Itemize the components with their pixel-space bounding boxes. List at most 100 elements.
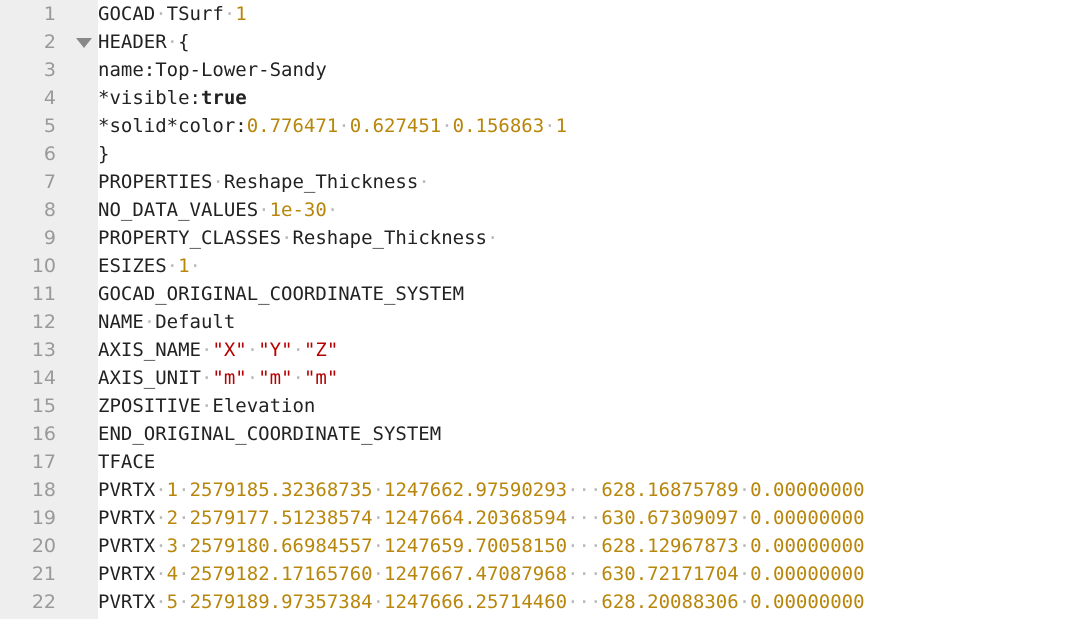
code-line[interactable]: NO_DATA_VALUES · 1e-30 ·	[98, 196, 1083, 224]
whitespace-marker: ·	[326, 199, 339, 221]
whitespace-marker: ·	[143, 311, 156, 333]
whitespace-marker: ·	[178, 591, 190, 613]
number-token: 2	[166, 507, 179, 529]
gutter-row: 18	[0, 476, 98, 504]
code-token: PVRTX	[98, 563, 156, 585]
code-token: name:Top-Lower-Sandy	[98, 59, 327, 81]
whitespace-marker: ·	[178, 563, 190, 585]
whitespace-marker: ·	[372, 535, 385, 557]
whitespace-marker: ·	[155, 479, 167, 501]
gutter-row: 21	[0, 560, 98, 588]
code-token: AXIS_NAME	[98, 339, 201, 361]
whitespace-marker: ·	[372, 591, 385, 613]
line-number: 16	[31, 423, 56, 445]
code-line[interactable]: PVRTX · 1 · 2579185.32368735 · 1247662.9759029…	[98, 476, 1083, 504]
code-line[interactable]: PROPERTIES · Reshape_Thickness ·	[98, 168, 1083, 196]
number-token: 0.776471	[246, 115, 339, 137]
gutter-row: 10	[0, 252, 98, 280]
code-line[interactable]: *visible: true	[98, 84, 1083, 112]
number-token: 630.72171704	[601, 563, 739, 585]
gutter-row: 13	[0, 336, 98, 364]
number-token: 630.67309097	[601, 507, 739, 529]
whitespace-marker: ·	[166, 31, 179, 53]
whitespace-marker: ·	[178, 479, 190, 501]
line-number: 11	[31, 283, 56, 305]
whitespace-marker: ·	[155, 591, 167, 613]
code-line[interactable]: name:Top-Lower-Sandy	[98, 56, 1083, 84]
whitespace-marker: ···	[567, 479, 602, 501]
gutter-row: 7	[0, 168, 98, 196]
whitespace-marker: ···	[567, 507, 602, 529]
code-line[interactable]: *solid*color: 0.776471 · 0.627451 · 0.156863 ·…	[98, 112, 1083, 140]
number-token: 1247659.70058150	[384, 535, 568, 557]
whitespace-marker: ·	[200, 395, 213, 417]
string-token: "X"	[212, 339, 247, 361]
whitespace-marker: ·	[372, 563, 385, 585]
line-number: 2	[43, 31, 56, 53]
gutter-row: 11	[0, 280, 98, 308]
number-token: 1e-30	[269, 199, 327, 221]
code-token: *visible:	[98, 87, 201, 109]
code-line[interactable]: GOCAD_ORIGINAL_COORDINATE_SYSTEM	[98, 280, 1083, 308]
code-line[interactable]: PVRTX · 4 · 2579182.17165760 · 1247667.4708796…	[98, 560, 1083, 588]
code-line[interactable]: GOCAD · TSurf · 1	[98, 0, 1083, 28]
code-line[interactable]: NAME · Default	[98, 308, 1083, 336]
line-number: 8	[43, 199, 56, 221]
code-line[interactable]: PVRTX · 5 · 2579189.97357384 · 1247666.2571446…	[98, 588, 1083, 616]
gutter-row: 3	[0, 56, 98, 84]
code-line[interactable]: AXIS_NAME · "X" · "Y" · "Z"	[98, 336, 1083, 364]
editor-content[interactable]: GOCAD · TSurf · 1 HEADER ·{ name:Top-Lower-Sand…	[98, 0, 1083, 619]
keyword-token: true	[200, 87, 247, 109]
code-line[interactable]: END_ORIGINAL_COORDINATE_SYSTEM	[98, 420, 1083, 448]
whitespace-marker: ·	[292, 339, 304, 361]
whitespace-marker: ·	[372, 479, 385, 501]
code-line[interactable]: PVRTX · 2 · 2579177.51238574 · 1247664.2036859…	[98, 504, 1083, 532]
code-token: HEADER	[98, 31, 167, 53]
line-number: 4	[43, 87, 56, 109]
whitespace-marker: ·	[738, 563, 751, 585]
number-token: 628.16875789	[601, 479, 739, 501]
code-line[interactable]: TFACE	[98, 448, 1083, 476]
gutter-row: 16	[0, 420, 98, 448]
whitespace-marker: ·	[246, 367, 259, 389]
number-token: 628.12967873	[601, 535, 739, 557]
code-line[interactable]: PROPERTY_CLASSES · Reshape_Thickness ·	[98, 224, 1083, 252]
code-line[interactable]: }	[98, 140, 1083, 168]
whitespace-marker: ·	[281, 227, 293, 249]
code-line[interactable]: PVRTX · 3 · 2579180.66984557 · 1247659.7005815…	[98, 532, 1083, 560]
line-number: 12	[31, 311, 56, 333]
code-line[interactable]: HEADER ·{	[98, 28, 1083, 56]
whitespace-marker: ·	[292, 367, 304, 389]
chevron-down-icon	[76, 38, 92, 48]
code-token: PVRTX	[98, 591, 156, 613]
line-number: 3	[43, 59, 56, 81]
code-token: PROPERTY_CLASSES	[98, 227, 282, 249]
line-number: 6	[43, 143, 56, 165]
code-token: ESIZES	[98, 255, 167, 277]
number-token: 0.00000000	[750, 563, 865, 585]
line-number: 1	[43, 3, 56, 25]
code-token: }	[98, 143, 110, 165]
code-line[interactable]: ZPOSITIVE · Elevation	[98, 392, 1083, 420]
whitespace-marker: ·	[178, 535, 190, 557]
whitespace-marker: ·	[155, 507, 167, 529]
code-line[interactable]: ESIZES · 1 ·	[98, 252, 1083, 280]
code-editor[interactable]: 1 2 3 4 5 6 7 8 9 10 11 12 13 14 15 16 17 18 19 20 21 22 GOCA…	[0, 0, 1083, 619]
code-token: TFACE	[98, 451, 156, 473]
code-line[interactable]: AXIS_UNIT · "m" · "m" · "m"	[98, 364, 1083, 392]
whitespace-marker: ·	[418, 171, 430, 193]
fold-toggle-icon[interactable]	[56, 28, 94, 56]
gutter-row: 1	[0, 0, 98, 28]
line-number: 19	[31, 507, 56, 529]
whitespace-marker: ·	[178, 507, 190, 529]
string-token: "m"	[258, 367, 293, 389]
number-token: 0.00000000	[750, 507, 865, 529]
gutter-row: 2	[0, 28, 98, 56]
line-number: 14	[31, 367, 56, 389]
